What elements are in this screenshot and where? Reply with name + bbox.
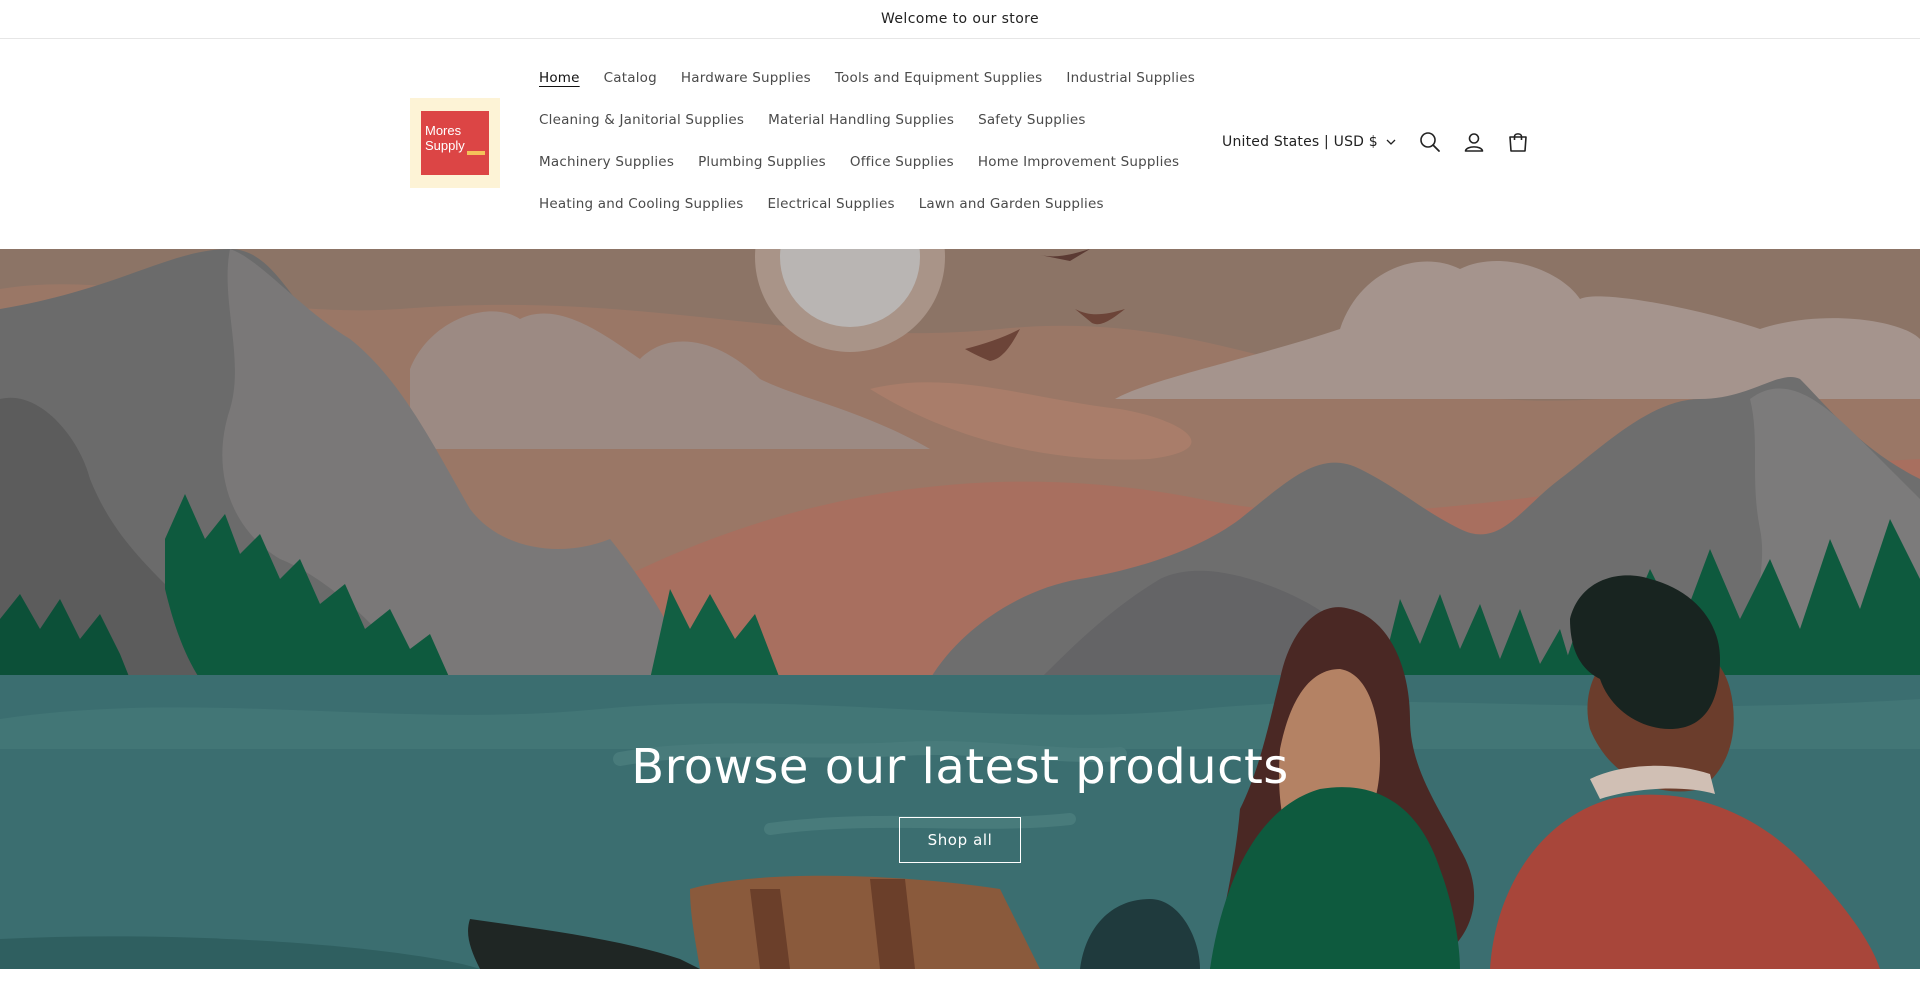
logo-mark: Mores Supply — [421, 111, 489, 175]
announcement-bar: Welcome to our store — [0, 0, 1920, 39]
nav-item-machinery-supplies[interactable]: Machinery Supplies — [539, 154, 674, 170]
account-icon[interactable] — [1452, 120, 1496, 164]
nav-item-catalog[interactable]: Catalog — [604, 70, 657, 86]
logo-accent-bar — [467, 151, 485, 155]
cart-icon[interactable] — [1496, 120, 1540, 164]
nav-item-tools-equipment[interactable]: Tools and Equipment Supplies — [835, 70, 1043, 86]
nav-item-home[interactable]: Home — [539, 70, 580, 86]
hero-content: Browse our latest products Shop all — [0, 739, 1920, 863]
header-actions: United States | USD $ — [1222, 125, 1540, 159]
nav-item-heating-cooling[interactable]: Heating and Cooling Supplies — [539, 196, 743, 212]
hero-banner: Browse our latest products Shop all — [0, 249, 1920, 969]
nav-row: Heating and Cooling Supplies Electrical … — [539, 183, 1179, 225]
store-logo[interactable]: Mores Supply — [410, 98, 500, 188]
nav-item-safety-supplies[interactable]: Safety Supplies — [978, 112, 1086, 128]
nav-item-material-handling[interactable]: Material Handling Supplies — [768, 112, 954, 128]
nav-item-industrial-supplies[interactable]: Industrial Supplies — [1066, 70, 1195, 86]
nav-row: Cleaning & Janitorial Supplies Material … — [539, 99, 1179, 141]
logo-text-line1: Mores — [425, 123, 462, 138]
announcement-text: Welcome to our store — [880, 11, 1040, 27]
site-header: Mores Supply Home Catalog Hardware Suppl… — [0, 39, 1920, 249]
nav-item-plumbing-supplies[interactable]: Plumbing Supplies — [698, 154, 826, 170]
nav-item-electrical-supplies[interactable]: Electrical Supplies — [767, 196, 894, 212]
nav-item-hardware-supplies[interactable]: Hardware Supplies — [681, 70, 811, 86]
main-navigation: Home Catalog Hardware Supplies Tools and… — [539, 57, 1195, 225]
nav-row: Home Catalog Hardware Supplies Tools and… — [539, 57, 1195, 99]
nav-row: Machinery Supplies Plumbing Supplies Off… — [539, 141, 1179, 183]
shop-all-button[interactable]: Shop all — [899, 817, 1021, 863]
nav-item-office-supplies[interactable]: Office Supplies — [850, 154, 954, 170]
nav-item-lawn-garden[interactable]: Lawn and Garden Supplies — [919, 196, 1104, 212]
hero-title: Browse our latest products — [631, 739, 1289, 795]
localization-label: United States | USD $ — [1222, 134, 1378, 150]
nav-item-home-improvement[interactable]: Home Improvement Supplies — [978, 154, 1179, 170]
search-icon[interactable] — [1408, 120, 1452, 164]
nav-item-cleaning-janitorial[interactable]: Cleaning & Janitorial Supplies — [539, 112, 744, 128]
chevron-down-icon — [1386, 139, 1396, 145]
country-currency-selector[interactable]: United States | USD $ — [1222, 134, 1396, 150]
